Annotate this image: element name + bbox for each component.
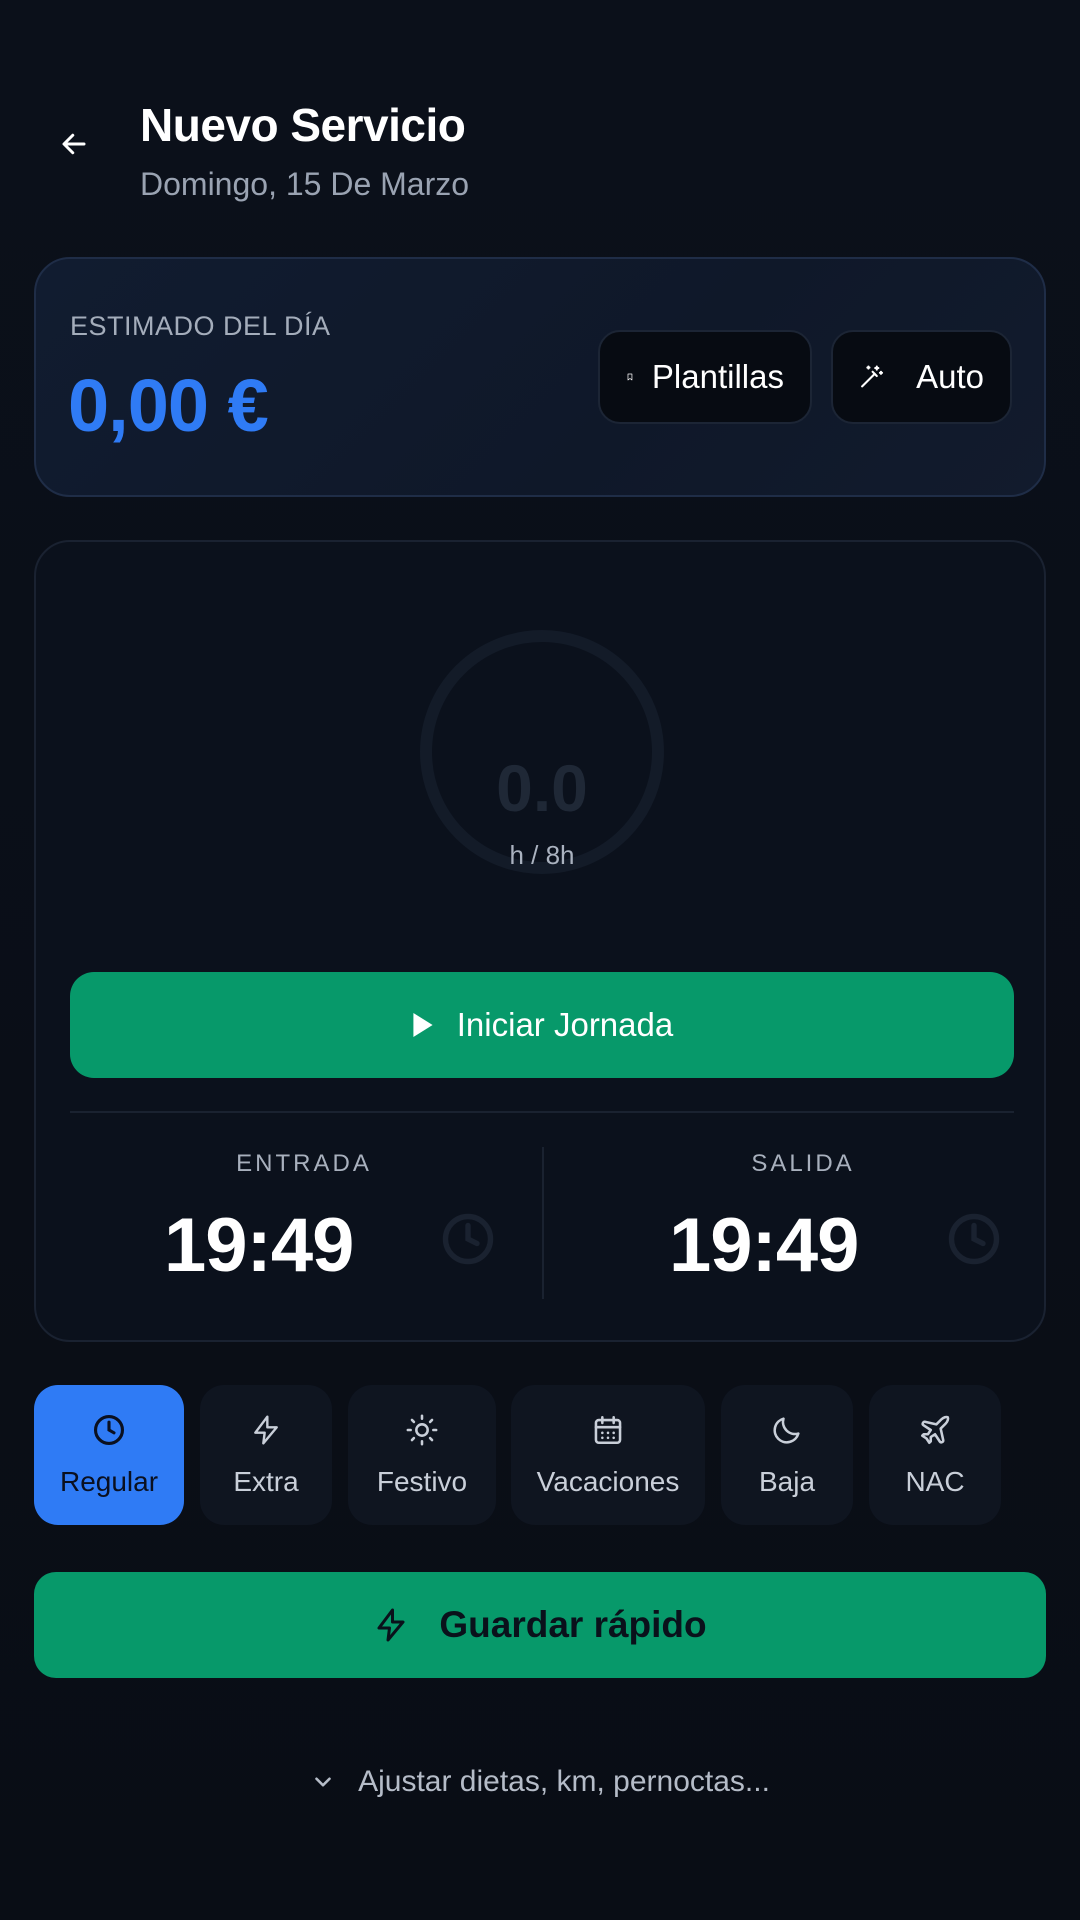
auto-label: Auto xyxy=(916,358,984,395)
auto-button[interactable]: Auto xyxy=(831,330,1012,424)
bookmark-icon xyxy=(627,373,633,381)
tab-label: Baja xyxy=(758,1466,816,1497)
tab-extra[interactable]: Extra xyxy=(200,1385,332,1525)
estimate-card: ESTIMADO DEL DÍA 0,00 € Plantillas Auto xyxy=(34,257,1046,497)
chevron-down-icon xyxy=(315,1777,331,1787)
play-icon xyxy=(413,1013,433,1037)
start-shift-label: Iniciar Jornada xyxy=(456,1006,674,1043)
templates-label: Plantillas xyxy=(651,358,784,395)
quick-save-button[interactable]: Guardar rápido xyxy=(34,1572,1046,1678)
salida-label: SALIDA xyxy=(751,1150,855,1177)
entrada-label: ENTRADA xyxy=(236,1150,372,1177)
bolt-icon xyxy=(377,1608,405,1642)
adjust-extras-label: Ajustar dietas, km, pernoctas... xyxy=(358,1765,770,1798)
estimate-value: 0,00 € xyxy=(68,364,269,447)
tab-label: Regular xyxy=(59,1466,159,1497)
clock-icon[interactable] xyxy=(947,1212,1001,1266)
tab-regular[interactable]: Regular xyxy=(34,1385,184,1525)
hours-progress-ring: 0.0 h / 8h xyxy=(420,600,664,918)
estimate-label: ESTIMADO DEL DÍA xyxy=(70,311,331,341)
salida-time[interactable]: 19:49 xyxy=(669,1202,859,1289)
divider xyxy=(70,1111,1014,1113)
tab-label: Festivo xyxy=(376,1466,468,1497)
tab-nac[interactable]: NAC xyxy=(869,1385,1001,1525)
timer-card: 0.0 h / 8h Iniciar Jornada ENTRADA 19:49… xyxy=(34,540,1046,1342)
tab-label: Vacaciones xyxy=(536,1466,680,1497)
tab-label: NAC xyxy=(905,1466,965,1497)
start-shift-button[interactable]: Iniciar Jornada xyxy=(70,972,1014,1078)
magic-wand-icon xyxy=(861,365,884,388)
new-service-screen: Nuevo Servicio Domingo, 15 De Marzo ESTI… xyxy=(0,0,1080,1920)
page-subtitle-date: Domingo, 15 De Marzo xyxy=(140,166,470,202)
tab-label: Extra xyxy=(233,1466,299,1497)
bolt-icon xyxy=(248,1412,284,1448)
page-title: Nuevo Servicio xyxy=(140,99,466,151)
back-button[interactable] xyxy=(52,122,96,166)
calendar-icon xyxy=(590,1412,626,1448)
divider xyxy=(542,1147,544,1299)
hours-target-label: h / 8h xyxy=(509,840,575,870)
quick-save-label: Guardar rápido xyxy=(439,1604,707,1645)
plane-icon xyxy=(917,1412,953,1448)
tab-baja[interactable]: Baja xyxy=(721,1385,853,1525)
templates-button[interactable]: Plantillas xyxy=(598,330,812,424)
moon-icon xyxy=(769,1412,805,1448)
clock-icon xyxy=(91,1412,127,1448)
hours-worked-value: 0.0 xyxy=(496,751,588,825)
arrow-left-icon xyxy=(62,133,86,155)
clock-icon[interactable] xyxy=(441,1212,495,1266)
sun-icon xyxy=(404,1412,440,1448)
tab-vacaciones[interactable]: Vacaciones xyxy=(511,1385,705,1525)
header: Nuevo Servicio Domingo, 15 De Marzo xyxy=(0,0,1080,230)
adjust-extras-toggle[interactable]: Ajustar dietas, km, pernoctas... xyxy=(0,1758,1080,1806)
tab-festivo[interactable]: Festivo xyxy=(348,1385,496,1525)
entrada-time[interactable]: 19:49 xyxy=(164,1202,354,1289)
